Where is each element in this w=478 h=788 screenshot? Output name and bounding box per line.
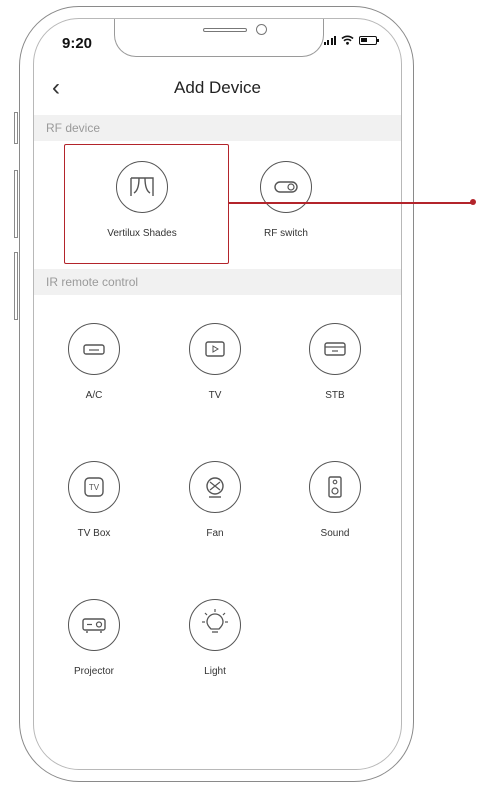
fan-icon [189,461,241,513]
section-rf-device: RF device [34,115,401,141]
status-icons [323,35,379,45]
phone-volume-up [14,170,18,238]
nav-bar: ‹ Add Device [34,73,401,103]
signal-icon [323,35,336,45]
device-light[interactable]: Light [165,599,265,677]
page-title: Add Device [174,78,261,97]
status-time: 9:20 [62,35,93,52]
device-label: TV [208,390,222,401]
light-bulb-icon [189,599,241,651]
tv-icon [189,323,241,375]
notch [114,19,324,57]
speaker-grill [203,28,247,32]
tv-box-icon: TV [68,461,120,513]
phone-mute-switch [14,112,18,144]
highlight-box [64,144,229,264]
device-sound[interactable]: Sound [285,461,385,539]
section-ir-remote: IR remote control [34,269,401,295]
phone-screen: 9:20 ‹ Add Device RF device Vertilux Sha… [33,18,402,770]
callout-line [229,202,473,204]
device-rf-switch[interactable]: RF switch [236,161,336,239]
switch-icon [260,161,312,213]
battery-icon [359,35,379,45]
device-tv-box[interactable]: TV TV Box [44,461,144,539]
device-label: RF switch [264,228,308,239]
svg-text:TV: TV [89,483,100,492]
device-projector[interactable]: Projector [44,599,144,677]
callout-dot [470,199,476,205]
device-label: TV Box [77,528,111,539]
device-label: Light [204,666,226,677]
speaker-icon [309,461,361,513]
device-label: Fan [206,528,224,539]
phone-volume-down [14,252,18,320]
device-stb[interactable]: STB [285,323,385,401]
wifi-icon [341,35,354,45]
device-label: A/C [85,390,103,401]
device-label: Sound [320,528,350,539]
device-fan[interactable]: Fan [165,461,265,539]
device-label: STB [325,390,345,401]
device-ac[interactable]: A/C [44,323,144,401]
front-camera [256,24,267,35]
ac-icon [68,323,120,375]
device-tv[interactable]: TV [165,323,265,401]
stb-icon [309,323,361,375]
device-label: Projector [73,666,114,677]
projector-icon [68,599,120,651]
